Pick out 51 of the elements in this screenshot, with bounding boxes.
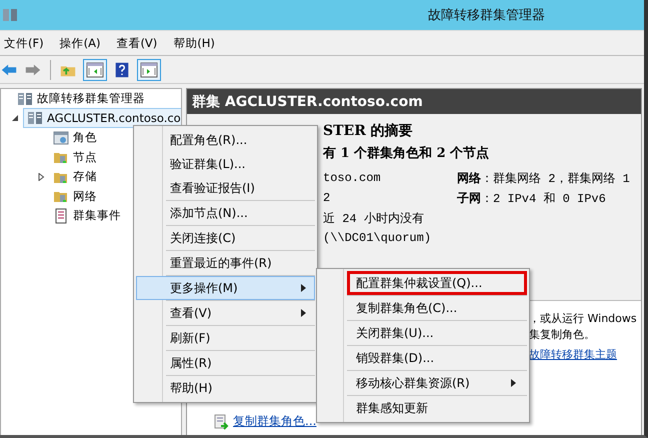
log-icon [53, 208, 69, 224]
show-action-pane-button[interactable] [137, 58, 161, 80]
tree-item[interactable]: 存储 [49, 166, 101, 187]
menu-item[interactable]: 重置最近的事件(R) [136, 251, 315, 275]
tree-item[interactable]: 故障转移群集管理器 [13, 89, 149, 109]
menu-item[interactable]: 销毁群集(D)... [347, 346, 527, 370]
summary-text: toso.com [323, 171, 382, 185]
summary-text: (\\DC01\quorum) [323, 231, 432, 245]
server-icon [2, 7, 18, 23]
menu-item[interactable]: 关闭连接(C) [136, 226, 315, 250]
server-icon [17, 90, 33, 107]
summary-title: STER 的摘要 [323, 122, 414, 141]
summary-text: 2 [323, 191, 332, 205]
window-title: 故障转移群集管理器 [428, 7, 545, 24]
summary-subtitle: 有 1 个群集角色和 2 个节点 [323, 145, 490, 163]
info-text: ，或从运行 Windows [529, 311, 638, 327]
info-text: 集复制角色。 [529, 327, 596, 343]
tree-item[interactable]: 角色 [49, 128, 101, 148]
document-arrow-icon [213, 414, 229, 430]
menu-item[interactable]: 查看验证报告(I) [136, 176, 315, 200]
menu-item[interactable]: 查看(V) [116, 36, 158, 50]
tree-item[interactable]: 节点 [49, 147, 101, 168]
menu-item[interactable]: 添加节点(N)... [136, 201, 315, 225]
menu-item[interactable]: 移动核心群集资源(R) [347, 371, 527, 395]
menu-item[interactable]: 验证群集(L)... [136, 152, 315, 176]
show-tree-button[interactable] [83, 58, 107, 80]
menu-item[interactable]: 配置角色(R)... [136, 128, 315, 152]
summary-field: 子网：2 IPv4 和 0 IPv6 [457, 190, 606, 206]
menu-item[interactable]: 复制群集角色(C)... [347, 296, 527, 320]
menu-item[interactable]: 群集感知更新 [347, 396, 527, 420]
menu-item[interactable]: 查看(V) [136, 301, 315, 325]
collapse-arrow-icon[interactable] [11, 114, 19, 122]
tree-item[interactable]: 群集事件 [49, 206, 125, 226]
expand-arrow-icon[interactable] [37, 172, 45, 181]
menu-item[interactable]: 配置群集仲裁设置(Q)... [347, 271, 527, 295]
summary-field: 网络：群集网络 2，群集网络 1 [457, 170, 630, 186]
pane-header: 群集 AGCLUSTER.contoso.com [187, 89, 641, 114]
menu-item[interactable]: 文件(F) [4, 36, 44, 50]
tree-item[interactable]: AGCLUSTER.contoso.co [23, 108, 181, 128]
menu-item[interactable]: 刷新(F) [136, 326, 315, 350]
menu-item[interactable]: 帮助(H) [173, 36, 215, 50]
menu-item[interactable]: 帮助(H) [136, 376, 315, 400]
summary-text: 近 24 小时内没有 [323, 210, 425, 226]
menu-item[interactable]: 关闭群集(U)... [347, 321, 527, 345]
action-link[interactable]: 复制群集角色... [233, 413, 316, 430]
menu-item[interactable]: 操作(A) [60, 36, 100, 50]
help-icon[interactable] [113, 60, 131, 78]
server-icon [27, 110, 43, 126]
tree-item[interactable]: 网络 [49, 186, 101, 206]
menu-item[interactable]: 更多操作(M) [136, 276, 315, 300]
menu-item[interactable]: 属性(R) [136, 351, 315, 375]
